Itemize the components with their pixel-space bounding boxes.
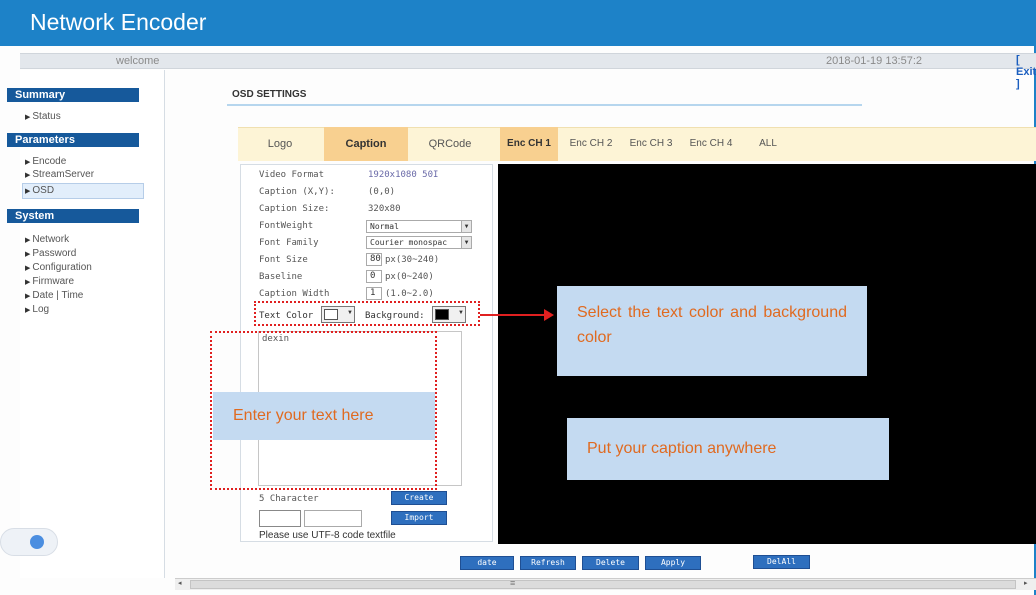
tab-enc-ch4[interactable]: Enc CH 4 <box>682 127 740 161</box>
delall-button[interactable]: DelAll <box>753 555 810 569</box>
caption-width-label: Caption Width <box>259 289 330 299</box>
font-weight-select[interactable]: Normal ▼ <box>366 220 472 233</box>
triangle-icon: ▶ <box>25 307 31 314</box>
title-divider <box>227 104 862 106</box>
sidebar-item-label: Status <box>32 111 61 122</box>
baseline-label: Baseline <box>259 272 303 282</box>
file-path-box[interactable] <box>259 510 301 527</box>
sidebar-item-encode[interactable]: ▶ Encode <box>25 156 66 169</box>
tab-enc-ch3[interactable]: Enc CH 3 <box>622 127 680 161</box>
sidebar-section-parameters: Parameters <box>7 133 139 147</box>
refresh-button[interactable]: Refresh <box>520 556 576 570</box>
callout-caption-hint: Put your caption anywhere <box>567 418 889 480</box>
sidebar-item-label: Network <box>32 234 70 245</box>
floating-widget[interactable] <box>0 528 58 556</box>
color-row-highlight <box>254 301 480 326</box>
caption-width-range: (1.0~2.0) <box>385 289 434 299</box>
triangle-icon: ▶ <box>25 188 31 195</box>
tab-caption[interactable]: Caption <box>324 127 408 161</box>
apply-button[interactable]: Apply <box>645 556 701 570</box>
sidebar-section-system: System <box>7 209 139 223</box>
browse-button[interactable] <box>304 510 362 527</box>
triangle-icon: ▶ <box>25 237 31 244</box>
tab-enc-ch1[interactable]: Enc CH 1 <box>500 127 558 161</box>
sidebar-item-network[interactable]: ▶ Network <box>25 234 69 247</box>
import-button[interactable]: Import <box>391 511 447 525</box>
exit-link[interactable]: [ Exit ] <box>1016 54 1036 90</box>
baseline-input[interactable]: 0 <box>366 270 382 283</box>
baseline-range: px(0~240) <box>385 272 434 282</box>
sidebar-item-label: Firmware <box>32 276 75 287</box>
utf8-note: Please use UTF-8 code textfile <box>259 530 396 541</box>
sidebar-item-label: OSD <box>32 185 55 196</box>
caption-width-input[interactable]: 1 <box>366 287 382 300</box>
callout-color-hint: Select the text color and background col… <box>557 286 867 376</box>
delete-button[interactable]: Delete <box>582 556 639 570</box>
create-button[interactable]: Create <box>391 491 447 505</box>
sidebar-item-firmware[interactable]: ▶ Firmware <box>25 276 74 289</box>
triangle-icon: ▶ <box>25 293 31 300</box>
app-header: Network Encoder <box>0 0 1036 46</box>
sidebar-item-configuration[interactable]: ▶ Configuration <box>25 262 92 275</box>
triangle-icon: ▶ <box>25 251 31 258</box>
sidebar-item-label: Password <box>32 248 77 259</box>
font-family-value: Courier monospac <box>370 238 448 247</box>
triangle-icon: ▶ <box>25 114 31 121</box>
sidebar-item-label: Date | Time <box>32 290 84 301</box>
tab-enc-ch2[interactable]: Enc CH 2 <box>562 127 620 161</box>
triangle-icon: ▶ <box>25 265 31 272</box>
date-button[interactable]: date <box>460 556 514 570</box>
arrow-head-icon <box>544 309 554 321</box>
sidebar-item-datetime[interactable]: ▶ Date | Time <box>25 290 83 303</box>
font-family-select[interactable]: Courier monospac ▼ <box>366 236 472 249</box>
triangle-icon: ▶ <box>25 279 31 286</box>
font-family-label: Font Family <box>259 238 319 248</box>
sidebar-item-label: Log <box>32 304 50 315</box>
datetime-display: 2018-01-19 13:57:2 <box>826 55 923 67</box>
caption-xy-value: (0,0) <box>368 187 396 197</box>
sidebar-item-label: Encode <box>32 156 67 167</box>
font-size-input[interactable]: 80 <box>366 253 382 266</box>
welcome-bar: welcome 2018-01-19 13:57:2 [ Exit ] <box>20 53 1036 90</box>
sidebar-item-label: Configuration <box>32 262 92 273</box>
font-weight-value: Normal <box>370 222 399 231</box>
caption-xy-label: Caption (X,Y): <box>259 187 335 197</box>
caption-size-value: 320x80 <box>368 204 401 214</box>
scroll-grip-icon: ≡ <box>510 578 516 588</box>
triangle-icon: ▶ <box>25 172 31 179</box>
scroll-right-icon[interactable]: ▸ <box>1024 579 1028 587</box>
tab-all[interactable]: ALL <box>746 127 790 161</box>
video-format-label: Video Format <box>259 170 325 180</box>
character-count: 5 Character <box>259 494 319 504</box>
annotation-arrow <box>480 314 546 316</box>
sidebar-item-password[interactable]: ▶ Password <box>25 248 76 261</box>
triangle-icon: ▶ <box>25 159 31 166</box>
scroll-left-icon[interactable]: ◂ <box>178 579 182 587</box>
font-weight-label: FontWeight <box>259 221 314 231</box>
tab-qrcode[interactable]: QRCode <box>410 127 490 161</box>
welcome-text: welcome <box>116 55 160 67</box>
font-size-range: px(30~240) <box>385 255 440 265</box>
scrollbar-thumb[interactable] <box>190 580 1016 589</box>
chevron-down-icon: ▼ <box>461 221 471 232</box>
tab-logo[interactable]: Logo <box>238 127 322 161</box>
sidebar-item-log[interactable]: ▶ Log <box>25 304 49 317</box>
sidebar-section-summary: Summary <box>7 88 139 102</box>
widget-icon[interactable] <box>30 535 44 549</box>
callout-text-hint: Enter your text here <box>213 392 435 440</box>
page-title: OSD SETTINGS <box>232 89 307 100</box>
caption-size-label: Caption Size: <box>259 204 330 214</box>
sidebar-item-streamserver[interactable]: ▶ StreamServer <box>25 169 94 182</box>
sidebar-item-osd[interactable]: ▶ OSD <box>22 183 144 199</box>
app-title: Network Encoder <box>30 9 207 35</box>
sidebar-item-status[interactable]: ▶ Status <box>25 111 61 124</box>
video-format-value: 1920x1080 50I <box>368 170 439 180</box>
sidebar-item-label: StreamServer <box>32 169 95 180</box>
font-size-label: Font Size <box>259 255 308 265</box>
chevron-down-icon: ▼ <box>461 237 471 248</box>
